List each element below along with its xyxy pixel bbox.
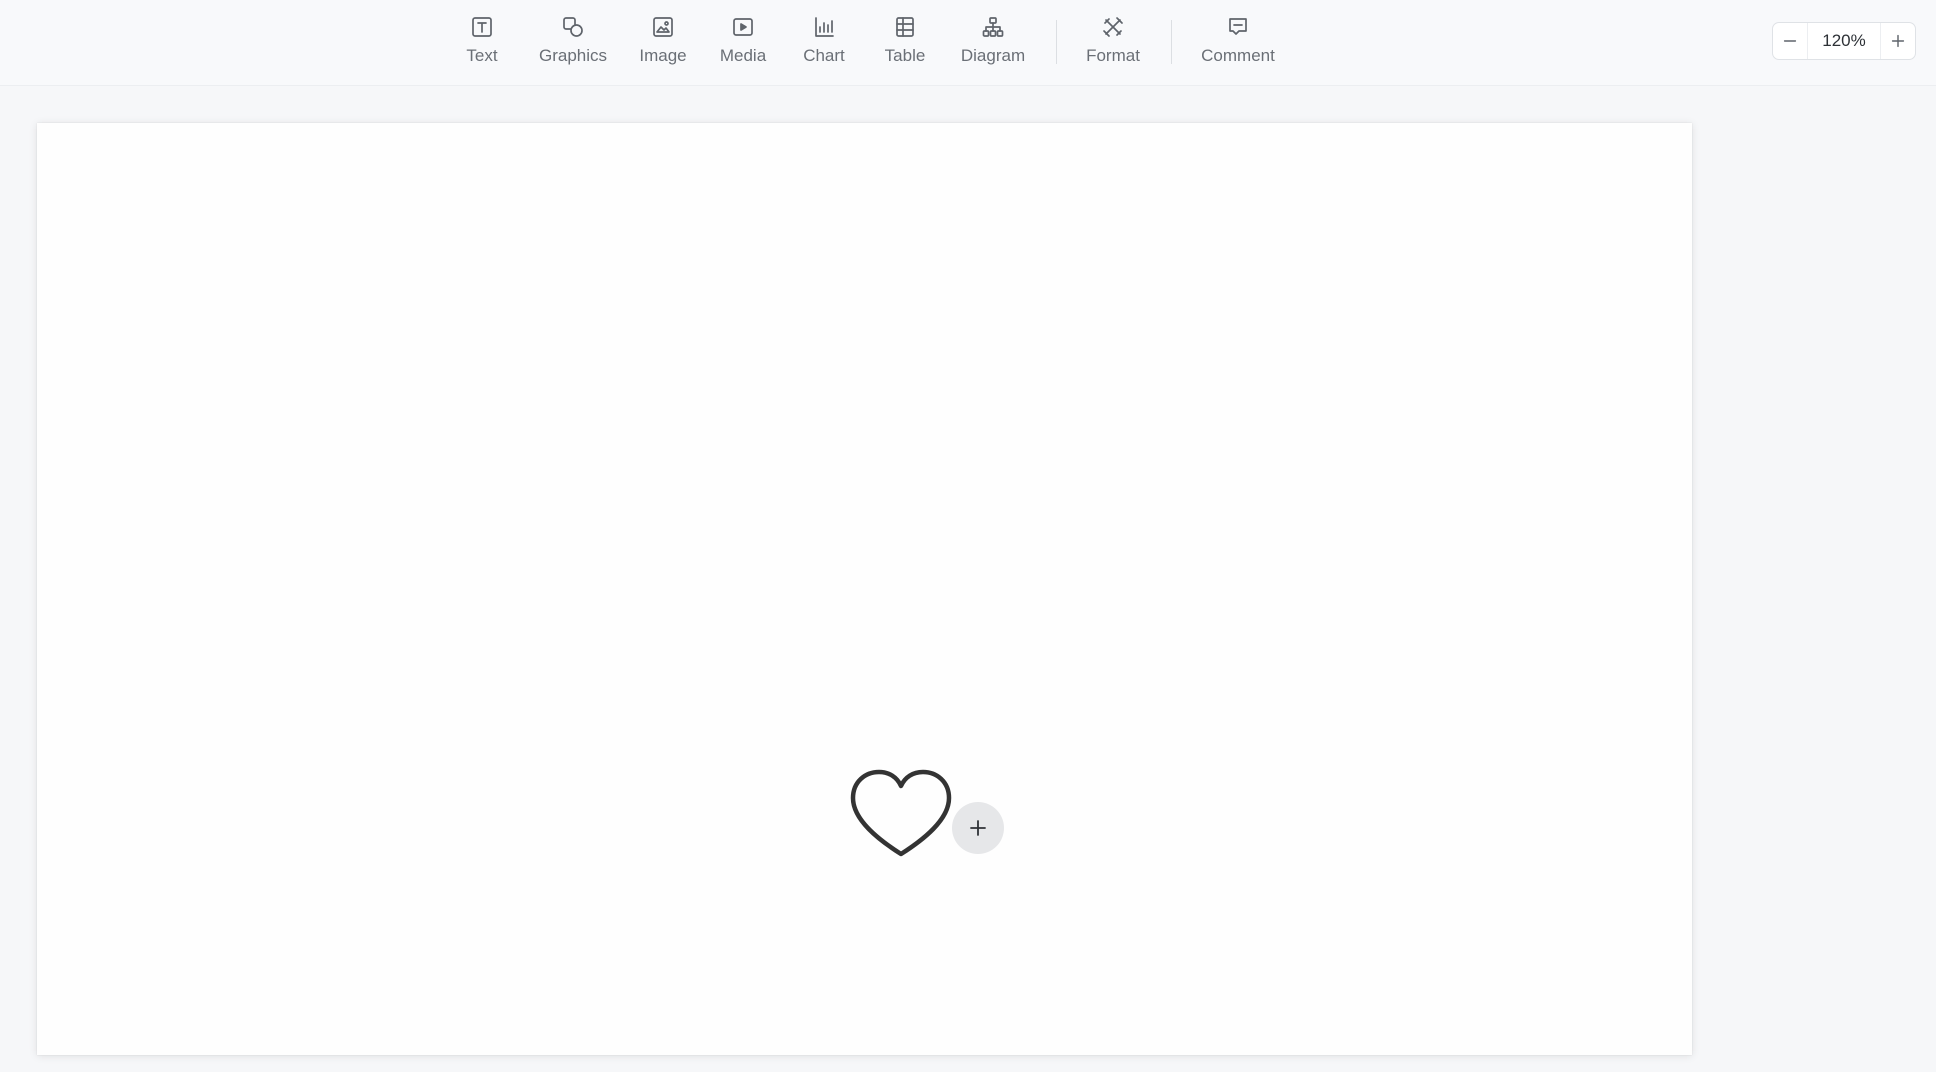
diagram-tool-label: Diagram bbox=[960, 46, 1026, 65]
zoom-level[interactable]: 120% bbox=[1807, 23, 1881, 59]
toolbar-divider bbox=[1056, 20, 1057, 64]
text-box-icon bbox=[469, 14, 495, 40]
table-tool-button[interactable]: Table bbox=[877, 14, 933, 74]
zoom-control: 120% bbox=[1772, 22, 1916, 60]
text-tool-label: Text bbox=[466, 46, 498, 65]
slide-canvas[interactable] bbox=[37, 123, 1692, 1055]
comment-tool-label: Comment bbox=[1201, 46, 1275, 65]
format-tool-label: Format bbox=[1086, 46, 1140, 65]
play-media-icon bbox=[730, 14, 756, 40]
image-icon bbox=[650, 14, 676, 40]
chart-tool-button[interactable]: Chart bbox=[797, 14, 851, 74]
graphics-tool-label: Graphics bbox=[538, 46, 608, 65]
heart-shape[interactable] bbox=[849, 768, 953, 858]
format-tools-icon bbox=[1100, 14, 1126, 40]
minus-icon bbox=[1783, 40, 1797, 42]
heart-icon bbox=[850, 769, 952, 857]
chart-tool-label: Chart bbox=[803, 46, 845, 65]
media-tool-button[interactable]: Media bbox=[715, 14, 771, 74]
toolbar-divider bbox=[1171, 20, 1172, 64]
media-tool-label: Media bbox=[719, 46, 767, 65]
canvas-area[interactable] bbox=[0, 86, 1936, 1072]
image-tool-button[interactable]: Image bbox=[633, 14, 693, 74]
bar-chart-icon bbox=[811, 14, 837, 40]
plus-icon bbox=[970, 820, 986, 836]
graphics-tool-button[interactable]: Graphics bbox=[532, 14, 614, 74]
text-tool-button[interactable]: Text bbox=[460, 14, 504, 74]
comment-icon bbox=[1225, 14, 1251, 40]
add-element-button[interactable] bbox=[952, 802, 1004, 854]
plus-icon bbox=[1891, 34, 1905, 48]
shapes-icon bbox=[560, 14, 586, 40]
zoom-out-button[interactable] bbox=[1773, 23, 1807, 59]
diagram-tool-button[interactable]: Diagram bbox=[955, 14, 1031, 74]
top-toolbar: Text Graphics Image Media Chart Table Di… bbox=[0, 0, 1936, 86]
image-tool-label: Image bbox=[639, 46, 687, 65]
table-tool-label: Table bbox=[884, 46, 926, 65]
table-icon bbox=[892, 14, 918, 40]
comment-tool-button[interactable]: Comment bbox=[1196, 14, 1280, 74]
org-diagram-icon bbox=[980, 14, 1006, 40]
zoom-in-button[interactable] bbox=[1881, 23, 1915, 59]
format-tool-button[interactable]: Format bbox=[1080, 14, 1146, 74]
